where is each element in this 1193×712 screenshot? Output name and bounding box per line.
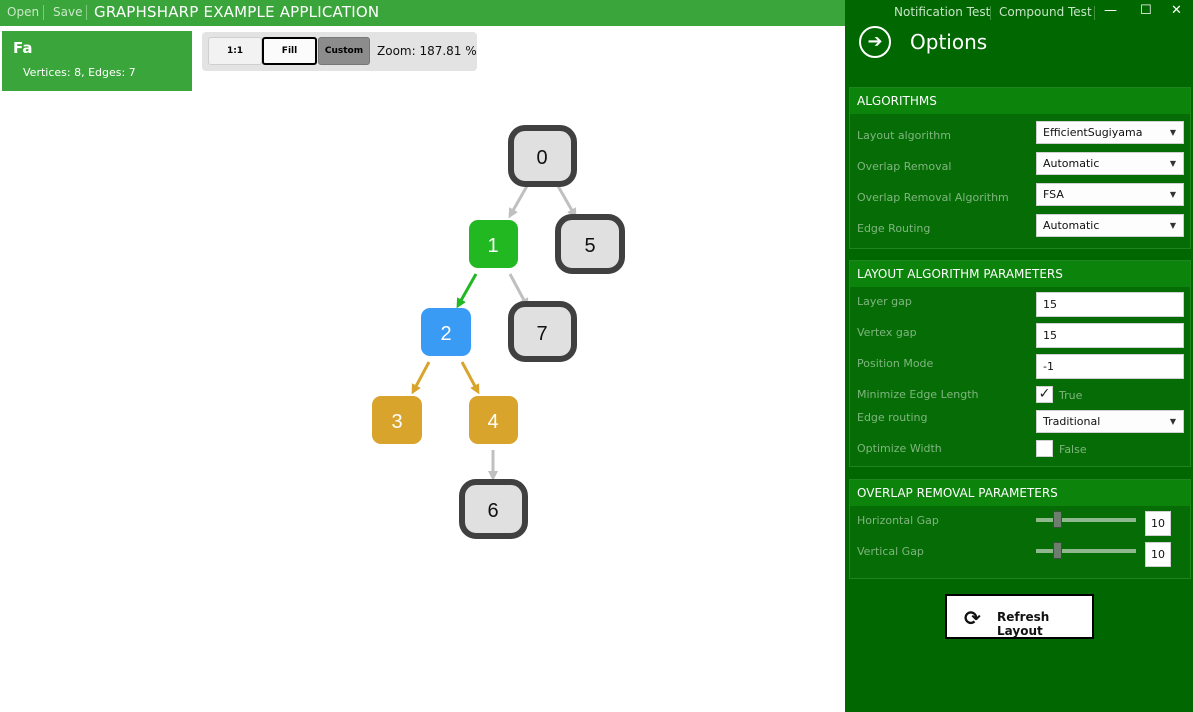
vertex-7[interactable]: 7 (508, 301, 577, 362)
position-mode-input[interactable]: -1 (1036, 354, 1184, 379)
overlap-removal-algorithm-label: Overlap Removal Algorithm (857, 191, 1009, 204)
edge-routing-value: Automatic (1043, 219, 1100, 232)
refresh-icon: ⟳ (964, 606, 981, 630)
vertex-gap-input[interactable]: 15 (1036, 323, 1184, 348)
layout-algorithm-value: EfficientSugiyama (1043, 126, 1143, 139)
vertex-label: 6 (487, 500, 498, 522)
back-arrow-icon[interactable]: ➔ (859, 26, 891, 58)
overlap-params-header: OVERLAP REMOVAL PARAMETERS (850, 480, 1190, 506)
slider-thumb[interactable] (1053, 542, 1062, 559)
vertical-gap-slider[interactable] (1036, 542, 1136, 559)
options-panel: Notification Test Compound Test — ☐ ✕ ➔ … (845, 0, 1193, 712)
vertex-2[interactable]: 2 (421, 308, 471, 356)
dropdown-arrow-icon: ▼ (1169, 128, 1176, 137)
vertical-gap-label: Vertical Gap (857, 545, 924, 558)
overlap-removal-algorithm-value: FSA (1043, 188, 1064, 201)
options-title: Options (910, 30, 988, 54)
checkmark-icon: ✓ (1038, 386, 1051, 402)
edge-1-2 (456, 273, 478, 309)
dropdown-arrow-icon: ▼ (1169, 159, 1176, 168)
minimize-edge-length-checkbox[interactable]: ✓ (1036, 386, 1053, 403)
minimize-edge-length-value: True (1059, 389, 1083, 402)
vertex-1[interactable]: 1 (469, 220, 518, 268)
overlap-removal-value: Automatic (1043, 157, 1100, 170)
compound-test-button[interactable]: Compound Test (999, 5, 1092, 19)
close-icon[interactable]: ✕ (1171, 3, 1182, 18)
dropdown-arrow-icon: ▼ (1169, 417, 1176, 426)
refresh-layout-button[interactable]: ⟳ Refresh Layout (945, 594, 1094, 639)
edge-1-7 (508, 273, 529, 309)
vertex-label: 5 (584, 235, 595, 257)
optimize-width-value: False (1059, 443, 1087, 456)
edge-routing-param-value: Traditional (1043, 415, 1101, 428)
overlap-removal-label: Overlap Removal (857, 160, 952, 173)
horizontal-gap-value[interactable]: 10 (1145, 511, 1171, 536)
dropdown-arrow-icon: ▼ (1169, 190, 1176, 199)
edge-routing-param-label: Edge routing (857, 411, 928, 424)
vertex-label: 7 (536, 323, 547, 345)
optimize-width-label: Optimize Width (857, 442, 942, 455)
top-separator (1094, 6, 1095, 20)
layout-params-section: LAYOUT ALGORITHM PARAMETERS Layer gap 15… (849, 260, 1191, 467)
edge-routing-param-select[interactable]: Traditional ▼ (1036, 410, 1184, 433)
edge-2-4 (460, 361, 480, 395)
top-separator (990, 6, 991, 20)
optimize-width-checkbox[interactable] (1036, 440, 1053, 457)
minimize-icon[interactable]: — (1104, 3, 1117, 18)
edge-2-3 (411, 361, 431, 395)
overlap-removal-algorithm-select[interactable]: FSA ▼ (1036, 183, 1184, 206)
vertex-label: 3 (391, 411, 402, 433)
edge-routing-select[interactable]: Automatic ▼ (1036, 214, 1184, 237)
dropdown-arrow-icon: ▼ (1169, 221, 1176, 230)
vertex-5[interactable]: 5 (555, 214, 625, 274)
minimize-edge-length-label: Minimize Edge Length (857, 388, 979, 401)
algorithms-header: ALGORITHMS (850, 88, 1190, 114)
algorithms-section: ALGORITHMS Layout algorithm EfficientSug… (849, 87, 1191, 249)
layer-gap-input[interactable]: 15 (1036, 292, 1184, 317)
vertex-label: 2 (440, 323, 451, 345)
horizontal-gap-label: Horizontal Gap (857, 514, 939, 527)
vertex-label: 1 (487, 235, 498, 257)
layer-gap-label: Layer gap (857, 295, 912, 308)
graph-canvas: 0 1 5 2 7 3 4 6 (372, 125, 625, 539)
layout-params-header: LAYOUT ALGORITHM PARAMETERS (850, 261, 1190, 287)
overlap-removal-select[interactable]: Automatic ▼ (1036, 152, 1184, 175)
overlap-params-section: OVERLAP REMOVAL PARAMETERS Horizontal Ga… (849, 479, 1191, 579)
refresh-layout-label: Refresh Layout (997, 610, 1050, 638)
vertical-gap-value[interactable]: 10 (1145, 542, 1171, 567)
vertex-label: 0 (536, 147, 547, 169)
horizontal-gap-slider[interactable] (1036, 511, 1136, 528)
vertex-3[interactable]: 3 (372, 396, 422, 444)
notification-test-button[interactable]: Notification Test (894, 5, 990, 19)
vertex-gap-label: Vertex gap (857, 326, 917, 339)
slider-thumb[interactable] (1053, 511, 1062, 528)
vertex-label: 4 (487, 411, 498, 433)
edge-0-1 (508, 185, 529, 219)
edge-routing-label: Edge Routing (857, 222, 931, 235)
vertex-0[interactable]: 0 (508, 125, 577, 187)
vertex-4[interactable]: 4 (469, 396, 518, 444)
maximize-icon[interactable]: ☐ (1140, 3, 1152, 18)
position-mode-label: Position Mode (857, 357, 934, 370)
layout-algorithm-select[interactable]: EfficientSugiyama ▼ (1036, 121, 1184, 144)
edge-0-5 (556, 185, 577, 219)
vertex-6[interactable]: 6 (459, 479, 528, 539)
layout-algorithm-label: Layout algorithm (857, 129, 951, 142)
